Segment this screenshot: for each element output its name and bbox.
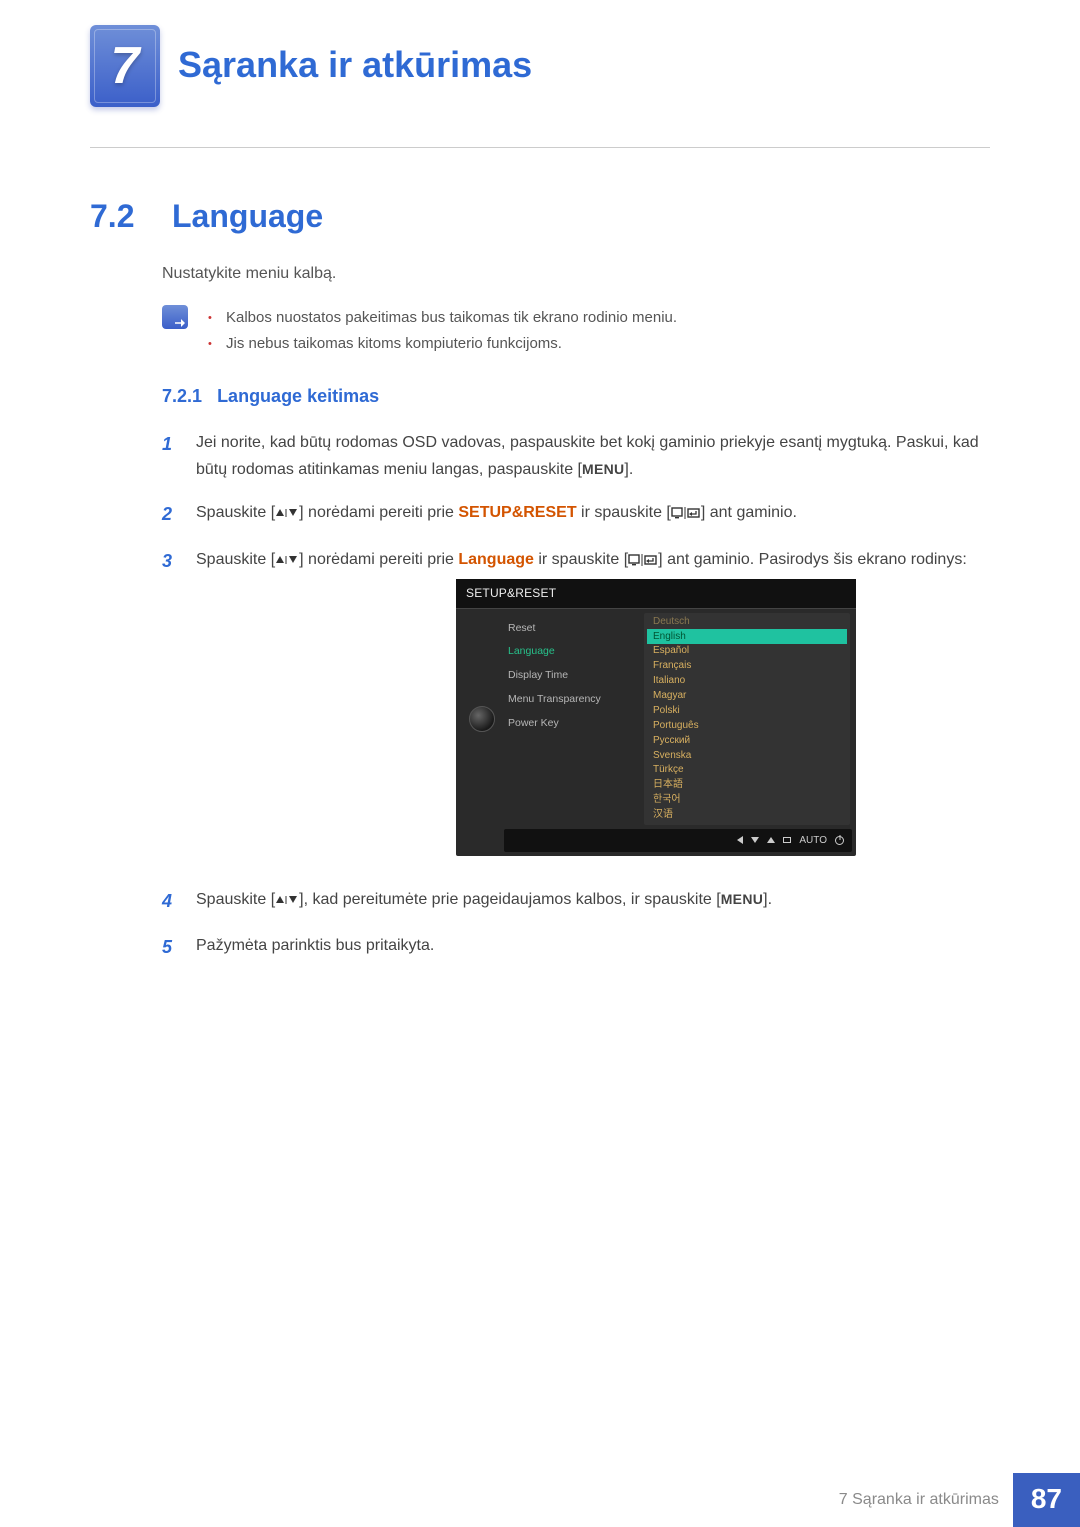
step-text: ] norėdami pereiti prie <box>299 551 458 568</box>
step-text: ir spauskite [ <box>534 551 628 568</box>
step-text: Spauskite [ <box>196 891 275 908</box>
step-number: 1 <box>162 429 178 483</box>
step-number: 4 <box>162 886 178 917</box>
nav-left-icon <box>737 832 743 849</box>
nav-down-icon <box>751 832 759 849</box>
note-item: Kalbos nuostatos pakeitimas bus taikomas… <box>208 305 677 331</box>
nav-up-icon <box>767 832 775 849</box>
up-down-arrows-icon <box>275 504 299 521</box>
step-text: ] ant gaminio. Pasirodys šis ekrano rodi… <box>658 551 967 568</box>
step-3: 3 Spauskite [ ] norėdami pereiti prie Lan… <box>162 546 990 870</box>
step-text: ] norėdami pereiti prie <box>299 504 458 521</box>
menu-keyword: MENU <box>721 891 763 907</box>
osd-language-option: Magyar <box>647 689 847 704</box>
step-text: Spauskite [ <box>196 551 275 568</box>
up-down-arrows-icon <box>275 551 299 568</box>
osd-language-option: Deutsch <box>647 615 847 630</box>
osd-language-option: 日本語 <box>647 778 847 793</box>
power-icon <box>835 832 844 849</box>
section-number: 7.2 <box>90 198 150 235</box>
osd-language-option: 汉语 <box>647 808 847 823</box>
step-text: ]. <box>763 891 772 908</box>
osd-footer-bar: AUTO <box>504 829 852 852</box>
osd-language-option: 한국어 <box>647 793 847 808</box>
step-2: 2 Spauskite [ ] norėdami pereiti prie SET… <box>162 499 990 530</box>
osd-knob-icon <box>469 706 495 732</box>
up-down-arrows-icon <box>275 891 299 908</box>
osd-language-option: Русский <box>647 734 847 749</box>
osd-language-option: English <box>647 629 847 644</box>
note-icon <box>162 305 188 329</box>
step-text: ir spauskite [ <box>577 504 671 521</box>
subsection-number: 7.2.1 <box>162 386 202 406</box>
step-1: 1 Jei norite, kad būtų rodomas OSD vadov… <box>162 429 990 483</box>
language-keyword: Language <box>458 551 534 568</box>
osd-left-menu: ResetLanguageDisplay TimeMenu Transparen… <box>504 613 644 825</box>
step-5: 5 Pažymėta parinktis bus pritaikyta. <box>162 932 990 963</box>
step-4: 4 Spauskite [ ], kad pereitumėte prie pag… <box>162 886 990 917</box>
section-title: Language <box>172 198 323 235</box>
osd-left-item: Menu Transparency <box>504 688 644 712</box>
subsection-header: 7.2.1 Language keitimas <box>162 386 990 407</box>
step-text: ], kad pereitumėte prie pageidaujamos ka… <box>299 891 721 908</box>
osd-language-option: Polski <box>647 704 847 719</box>
screen-slash-enter-icon <box>671 504 701 521</box>
chapter-title: Sąranka ir atkūrimas <box>178 30 532 86</box>
note-item: Jis nebus taikomas kitoms kompiuterio fu… <box>208 331 677 357</box>
osd-left-item: Power Key <box>504 712 644 736</box>
footer-page-number: 87 <box>1013 1473 1080 1527</box>
osd-language-option: Español <box>647 644 847 659</box>
step-number: 5 <box>162 932 178 963</box>
screen-slash-enter-icon <box>628 551 658 568</box>
subsection-title: Language keitimas <box>217 386 379 406</box>
osd-left-item: Display Time <box>504 664 644 688</box>
step-text: ] ant gaminio. <box>701 504 797 521</box>
auto-label: AUTO <box>799 832 827 849</box>
intro-text: Nustatykite meniu kalbą. <box>162 265 990 283</box>
section-header: 7.2 Language <box>90 198 990 235</box>
step-text: Pažymėta parinktis bus pritaikyta. <box>196 932 990 963</box>
osd-language-option: Português <box>647 719 847 734</box>
step-number: 3 <box>162 546 178 870</box>
osd-language-option: Svenska <box>647 748 847 763</box>
osd-title: SETUP&RESET <box>456 579 856 608</box>
osd-language-option: Italiano <box>647 674 847 689</box>
step-number: 2 <box>162 499 178 530</box>
step-text: ]. <box>624 461 633 478</box>
page-footer: 7 Sąranka ir atkūrimas 87 <box>0 1473 1080 1527</box>
nav-enter-icon <box>783 832 791 849</box>
chapter-header: 7 Sąranka ir atkūrimas <box>90 30 990 148</box>
osd-left-item: Reset <box>504 617 644 641</box>
osd-language-list: DeutschEnglishEspañolFrançaisItalianoMag… <box>644 613 850 825</box>
note-block: Kalbos nuostatos pakeitimas bus taikomas… <box>162 305 990 356</box>
osd-language-option: Türkçe <box>647 763 847 778</box>
osd-left-item: Language <box>504 640 644 664</box>
osd-screenshot: SETUP&RESET ResetLanguageDisplay TimeMen… <box>456 579 856 856</box>
footer-label: 7 Sąranka ir atkūrimas <box>825 1473 1013 1527</box>
setup-reset-keyword: SETUP&RESET <box>458 504 576 521</box>
step-text: Spauskite [ <box>196 504 275 521</box>
menu-keyword: MENU <box>582 461 624 477</box>
chapter-number: 7 <box>111 36 140 96</box>
osd-language-option: Français <box>647 659 847 674</box>
chapter-badge: 7 <box>90 25 160 107</box>
